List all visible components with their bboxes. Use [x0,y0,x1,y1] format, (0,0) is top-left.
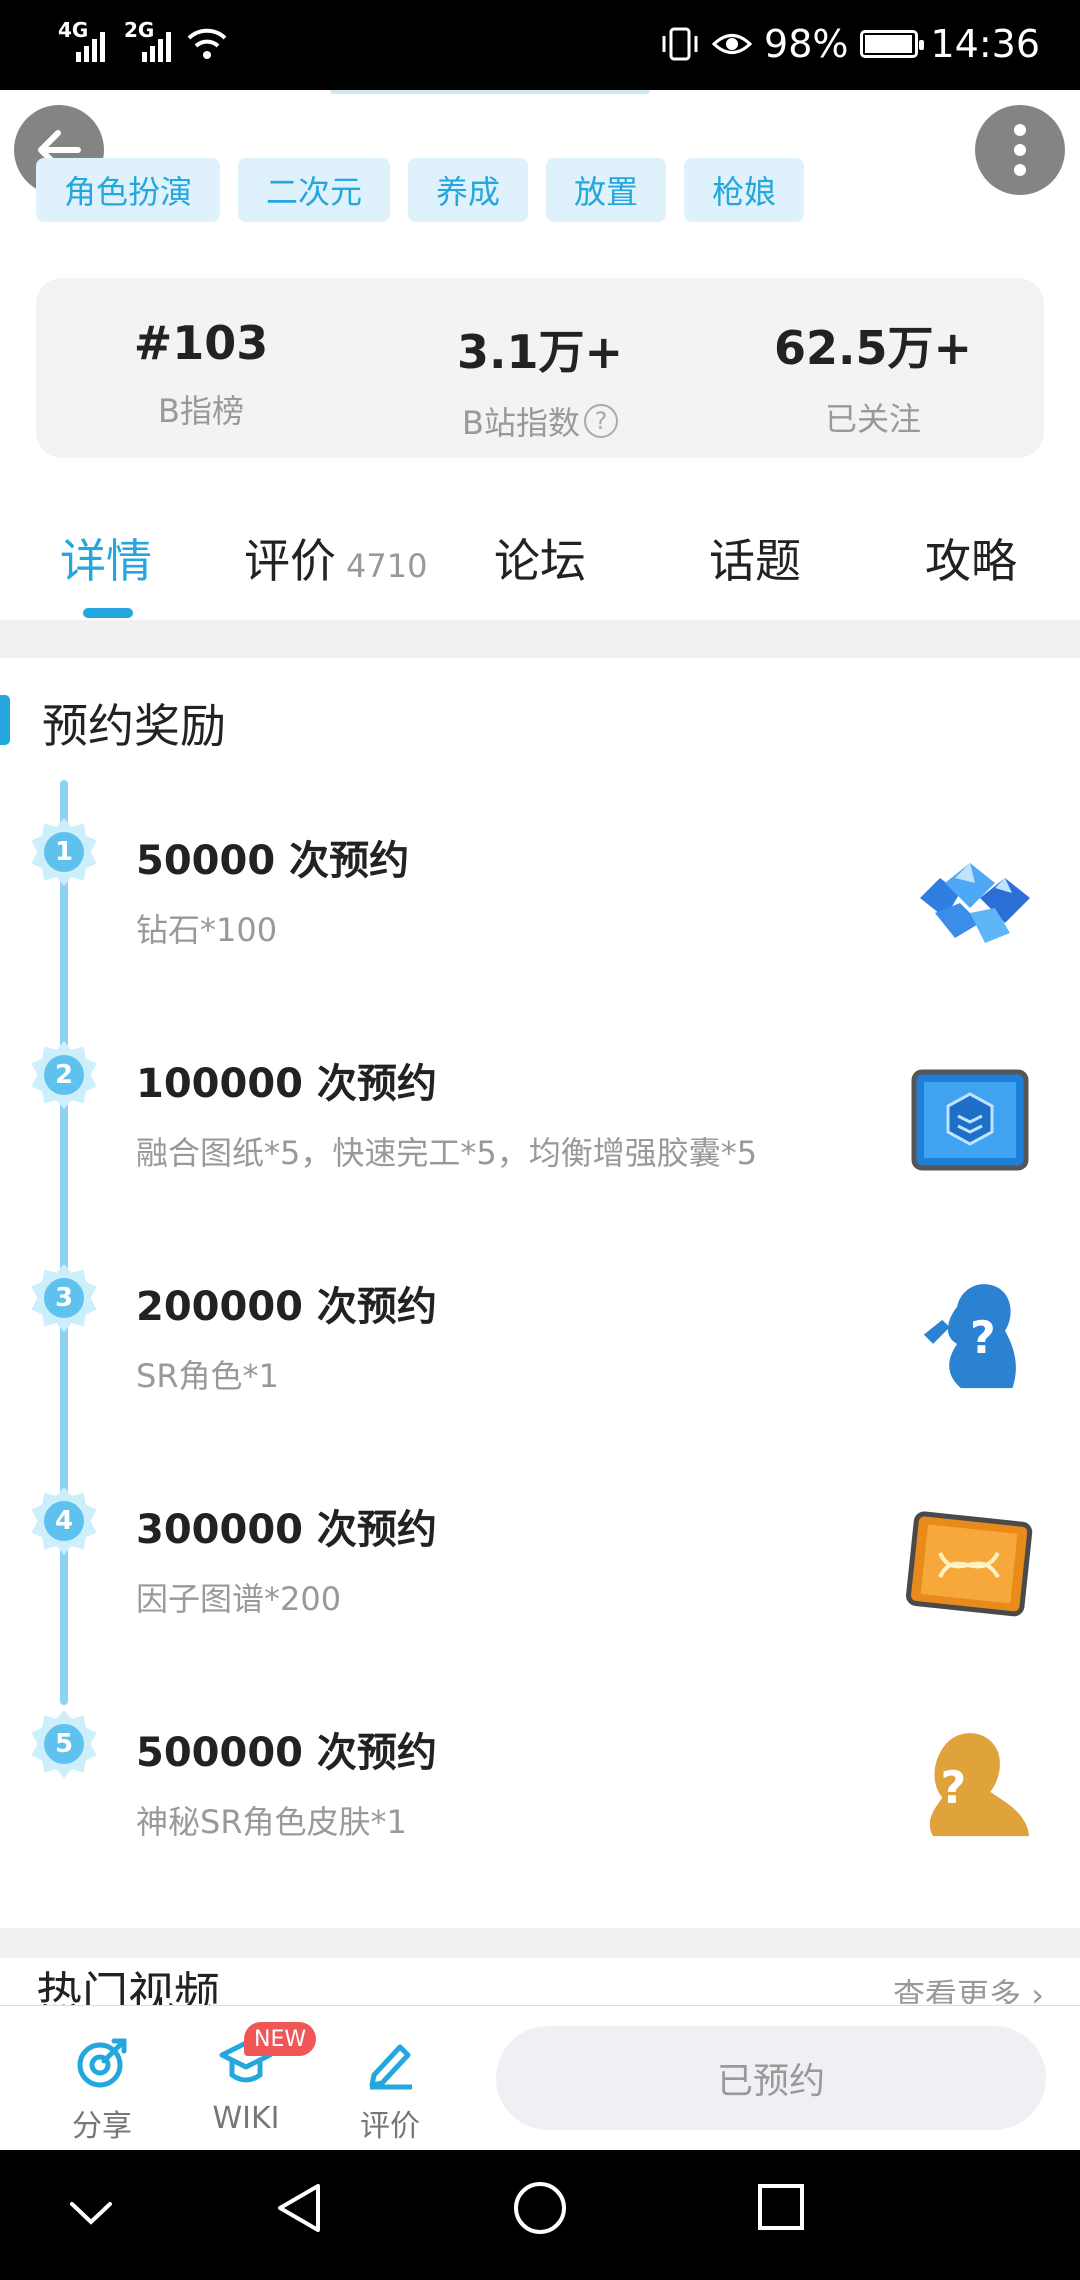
stat-index-value: 3.1万+ [456,325,624,379]
svg-text:?: ? [940,1763,966,1814]
share-label: 分享 [72,2109,132,2144]
tab-topics[interactable]: 话题 [709,525,801,591]
reward-desc: 神秘SR角色皮肤*1 [136,1803,407,1841]
wiki-label: WIKI [212,2101,280,2136]
reward-title: 100000 次预约 [136,1061,437,1107]
stat-followers[interactable]: 62.5万+ 已关注 [708,312,1038,440]
reward-title: 300000 次预约 [136,1507,437,1553]
status-bar: 4G 2G 98% 14:36 [0,0,1080,90]
help-icon[interactable]: ? [583,404,618,438]
hide-keyboard-icon[interactable] [66,2194,116,2234]
reserved-button[interactable]: 已预约 [496,2026,1046,2130]
tag-2[interactable]: 养成 [408,158,529,222]
nav-back-icon[interactable] [274,2180,324,2236]
reward-desc: 融合图纸*5，快速完工*5，均衡增强胶囊*5 [136,1134,758,1172]
rewards-timeline [60,780,68,1705]
diamonds-icon [920,863,1030,943]
tab-topics-label: 话题 [709,534,801,588]
wifi-icon [187,28,227,59]
reward-desc: SR角色*1 [136,1357,279,1395]
clock: 14:36 [930,22,1040,66]
stat-index-label: B站指数 [462,404,580,442]
vibrate-icon [662,27,698,61]
reward-desc: 因子图谱*200 [136,1580,342,1618]
hot-videos-title: 热门视频 [36,1967,220,2006]
view-more-link[interactable]: 查看更多 › [893,1970,1044,2004]
system-nav-bar [0,2150,1080,2280]
chevron-right-icon: › [1031,1976,1044,2004]
stat-rank-label: B指榜 [158,392,244,430]
review-label: 评价 [360,2109,420,2144]
reward-desc: 钻石*100 [136,911,278,949]
section-divider-2 [0,1928,1080,1958]
reward-step-number: 4 [44,1501,84,1541]
edit-icon [369,2044,412,2090]
reward-title: 500000 次预约 [136,1730,437,1776]
tab-guides[interactable]: 攻略 [925,525,1017,591]
stat-followers-label: 已关注 [824,400,921,438]
stat-rank[interactable]: #103 B指榜 [36,316,366,432]
tab-reviews[interactable]: 评价 4710 [244,525,427,591]
reward-step-badge: 5 [30,1710,98,1778]
tab-guides-label: 攻略 [925,534,1017,588]
stat-index[interactable]: 3.1万+ B站指数 ? [375,316,705,444]
scrolled-title-remnant [0,90,1080,102]
mystery-character-icon: ? [923,1284,1016,1389]
share-button[interactable]: 分享 [42,2035,162,2145]
reward-step-number: 5 [44,1724,84,1764]
stat-rank-value: #103 [133,316,269,370]
genre-tags: 角色扮演 二次元 养成 放置 枪娘 [36,158,805,222]
tab-forum-label: 论坛 [494,534,586,588]
tab-details[interactable]: 详情 [60,525,152,591]
tab-forum[interactable]: 论坛 [494,525,586,591]
review-button[interactable]: 评价 [330,2035,450,2145]
active-tab-indicator [83,608,133,618]
nav-home-icon[interactable] [512,2180,568,2236]
nav-recents-icon[interactable] [756,2182,808,2234]
blueprint-icon [911,1069,1029,1171]
dna-chart-icon [906,1511,1033,1617]
section-accent-bar [0,695,10,745]
svg-text:?: ? [970,1313,996,1364]
reward-step-badge: 4 [30,1487,98,1555]
battery-percent: 98% [764,22,849,66]
reward-step-badge: 1 [30,818,98,886]
more-options-button[interactable] [975,105,1065,195]
tag-3[interactable]: 放置 [546,158,667,222]
tag-4[interactable]: 枪娘 [684,158,805,222]
stats-card: #103 B指榜 3.1万+ B站指数 ? 62.5万+ 已关注 [36,278,1044,458]
section-divider [0,620,1080,658]
reward-title: 50000 次预约 [136,838,410,884]
signal-icon [76,32,105,62]
tab-reviews-count: 4710 [346,547,428,585]
more-vertical-icon [1014,124,1026,176]
reward-step-number: 2 [44,1055,84,1095]
tag-0[interactable]: 角色扮演 [36,158,221,222]
reward-step-number: 1 [44,832,84,872]
view-more-label: 查看更多 [893,1976,1022,2004]
reward-title: 200000 次预约 [136,1284,437,1330]
share-icon [77,2038,127,2088]
eye-comfort-icon [712,34,753,54]
new-badge: NEW [244,2022,317,2056]
mystery-skin-icon: ? [929,1733,1030,1837]
reward-step-badge: 3 [30,1264,98,1332]
rewards-section-title: 预约奖励 [42,699,226,753]
signal-icon-2 [142,32,171,62]
tab-reviews-label: 评价 [244,534,336,588]
tab-details-label: 详情 [60,534,152,588]
tag-1[interactable]: 二次元 [238,158,391,222]
reward-step-badge: 2 [30,1041,98,1109]
reward-step-number: 3 [44,1278,84,1318]
stat-followers-value: 62.5万+ [773,321,973,375]
battery-icon [860,30,925,58]
